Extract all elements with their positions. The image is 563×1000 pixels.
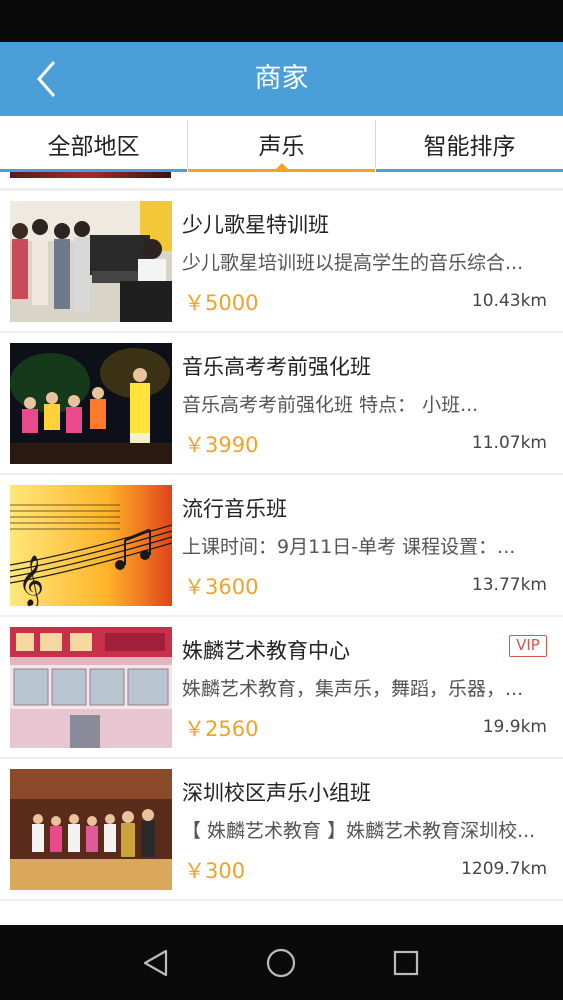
list-item[interactable]: 姝麟艺术教育中心 VIP 姝麟艺术教育，集声乐，舞蹈，乐器，... ￥2560 … <box>0 617 563 757</box>
filter-tab-label: 智能排序 <box>423 134 516 160</box>
list-item[interactable]: 𝄞 流行音乐班 上课时间：9月11日-单考 课程设置：... ￥3600 13.… <box>0 475 563 615</box>
item-title: 少儿歌星特训班 <box>182 213 329 237</box>
item-description: 姝麟艺术教育，集声乐，舞蹈，乐器，... <box>182 678 524 700</box>
filter-tab-region[interactable]: 全部地区 <box>0 116 187 172</box>
thumbnail-music-notes: 𝄞 <box>10 485 172 606</box>
item-distance: 11.07km <box>471 433 547 453</box>
triangle-back-icon <box>143 949 168 977</box>
thumbnail-classroom <box>10 201 172 322</box>
item-price: ￥2560 <box>184 717 259 741</box>
filter-tab-label: 全部地区 <box>47 134 140 160</box>
item-description: 少儿歌星培训班以提高学生的音乐综合... <box>182 252 524 274</box>
page-title: 商家 <box>254 63 309 94</box>
filter-tab-label: 声乐 <box>258 134 305 160</box>
item-distance: 19.9km <box>482 717 547 737</box>
square-recents-icon <box>393 950 419 976</box>
thumbnail-storefront <box>10 627 172 748</box>
list-item-partial[interactable] <box>0 172 563 188</box>
list-item[interactable]: 少儿歌星特训班 少儿歌星培训班以提高学生的音乐综合... ￥5000 10.43… <box>0 191 563 331</box>
status-bar <box>0 0 563 42</box>
app-bar: 商家 <box>0 42 563 116</box>
nav-home-button[interactable] <box>261 943 301 983</box>
item-distance: 10.43km <box>471 291 547 311</box>
filter-tab-category[interactable]: 声乐 <box>188 116 375 172</box>
item-title: 音乐高考考前强化班 <box>182 355 371 379</box>
item-title: 姝麟艺术教育中心 <box>182 639 350 663</box>
item-distance: 1209.7km <box>461 859 547 879</box>
nav-back-button[interactable] <box>136 943 176 983</box>
item-price: ￥5000 <box>184 291 259 315</box>
thumbnail-stage-performance <box>10 343 172 464</box>
thumbnail-group-photo <box>10 769 172 890</box>
item-description: 音乐高考考前强化班 特点： 小班... <box>182 394 479 416</box>
item-title: 深圳校区声乐小组班 <box>182 781 371 805</box>
vip-badge: VIP <box>509 635 547 657</box>
item-title: 流行音乐班 <box>182 497 287 521</box>
item-description: 【 姝麟艺术教育 】姝麟艺术教育深圳校... <box>182 820 536 842</box>
filter-tab-sort[interactable]: 智能排序 <box>376 116 563 172</box>
list-item-partial <box>0 901 563 925</box>
item-distance: 13.77km <box>471 575 547 595</box>
item-price: ￥3600 <box>184 575 259 599</box>
item-price: ￥3990 <box>184 433 259 457</box>
nav-recents-button[interactable] <box>386 943 426 983</box>
caret-up-icon <box>275 163 288 169</box>
system-nav-bar <box>0 925 563 1000</box>
svg-text:𝄞: 𝄞 <box>18 555 44 606</box>
thumbnail <box>10 172 171 178</box>
circle-home-icon <box>266 948 296 978</box>
item-price: ￥300 <box>184 859 246 883</box>
item-description: 上课时间：9月11日-单考 课程设置：... <box>182 536 516 558</box>
filter-bar: 全部地区 声乐 智能排序 <box>0 116 563 172</box>
merchant-list[interactable]: 少儿歌星特训班 少儿歌星培训班以提高学生的音乐综合... ￥5000 10.43… <box>0 172 563 925</box>
list-item[interactable]: 深圳校区声乐小组班 【 姝麟艺术教育 】姝麟艺术教育深圳校... ￥300 12… <box>0 759 563 899</box>
list-item[interactable]: 音乐高考考前强化班 音乐高考考前强化班 特点： 小班... ￥3990 11.0… <box>0 333 563 473</box>
